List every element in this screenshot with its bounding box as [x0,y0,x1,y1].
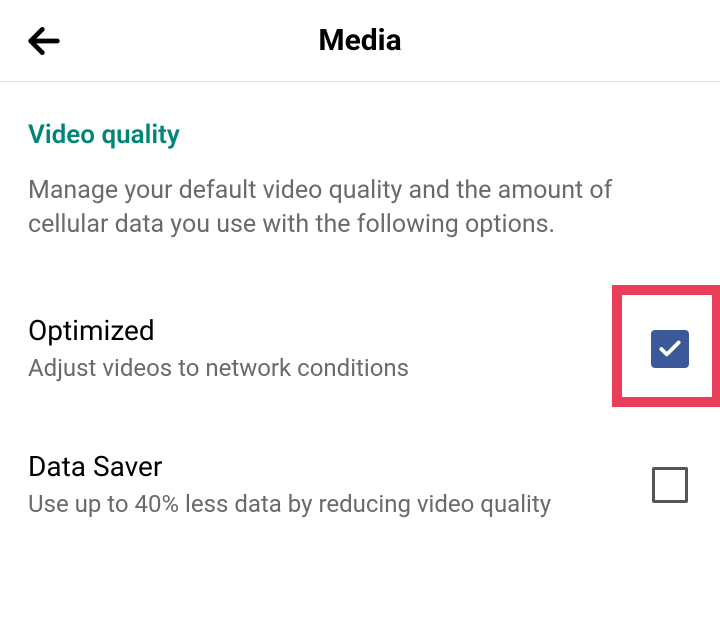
header-bar: Media [0,0,720,82]
section-description: Manage your default video quality and th… [28,174,692,242]
checkbox-data-saver[interactable] [648,463,692,507]
checkbox-container [648,327,692,371]
option-title: Data Saver [28,450,628,483]
arrow-left-icon [24,21,64,61]
option-text: Optimized Adjust videos to network condi… [28,314,648,384]
checkbox-unchecked-icon [652,467,688,503]
option-optimized[interactable]: Optimized Adjust videos to network condi… [28,302,692,396]
checkbox-optimized[interactable] [648,327,692,371]
check-icon [657,336,683,362]
option-title: Optimized [28,314,628,347]
checkbox-checked-icon [651,330,689,368]
option-text: Data Saver Use up to 40% less data by re… [28,450,648,520]
option-data-saver[interactable]: Data Saver Use up to 40% less data by re… [28,438,692,532]
option-subtitle: Adjust videos to network conditions [28,353,628,384]
page-title: Media [0,23,720,58]
back-button[interactable] [20,17,68,65]
content-area: Video quality Manage your default video … [0,120,720,532]
option-subtitle: Use up to 40% less data by reducing vide… [28,489,628,520]
section-title: Video quality [28,120,692,150]
